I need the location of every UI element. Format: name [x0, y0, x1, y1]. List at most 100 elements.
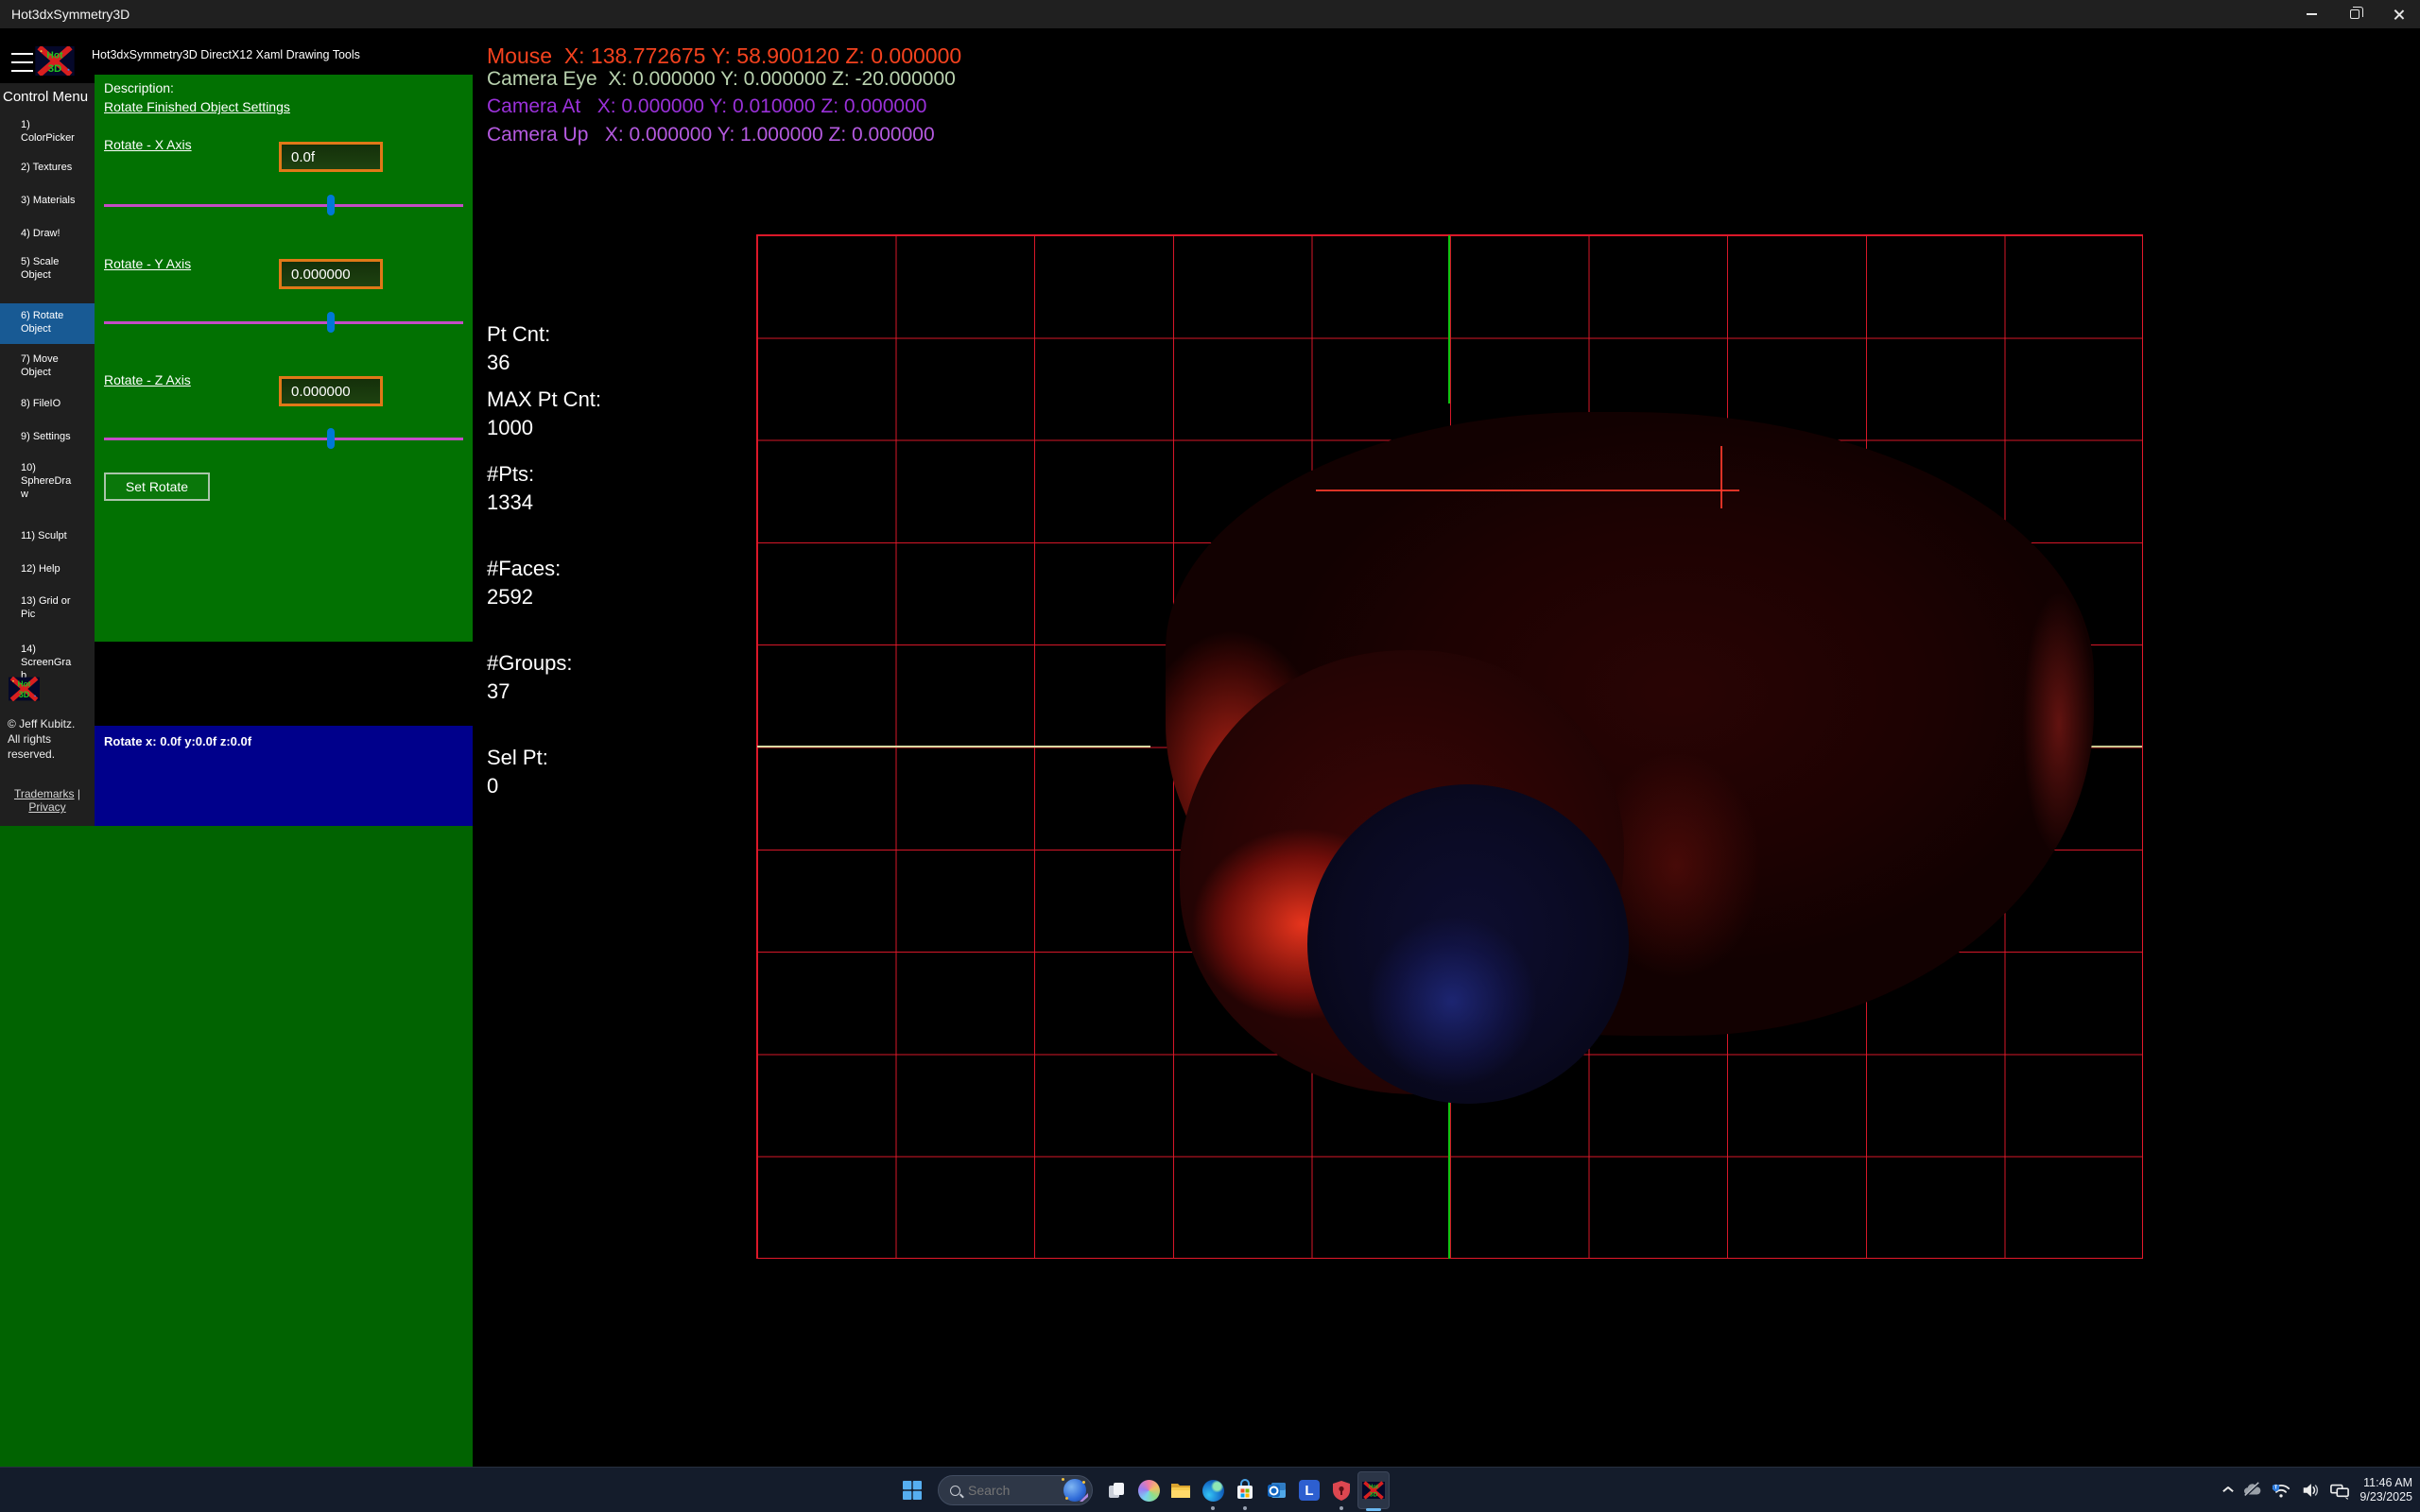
copilot-button[interactable]	[1132, 1468, 1165, 1512]
windows-start-icon	[903, 1481, 922, 1500]
svg-text:3D: 3D	[1370, 1492, 1378, 1499]
sidebar-item-help[interactable]: 12) Help	[0, 562, 95, 576]
horizontal-axis-line-right	[2089, 746, 2142, 747]
sidebar-item-textures[interactable]: 2) Textures	[0, 161, 95, 174]
pts-label: #Pts:	[487, 462, 535, 486]
system-tray: T 11:46 AM 9/23/2025	[2222, 1468, 2412, 1512]
sidebar-item-spheredraw[interactable]: 10) SphereDraw	[0, 461, 95, 501]
sidebar-item-rotate-object[interactable]: 6) Rotate Object	[0, 303, 95, 344]
copyright-text: © Jeff Kubitz. All rights reserved.	[8, 717, 76, 761]
rotate-z-slider-thumb[interactable]	[327, 428, 335, 449]
sidebar-item-scale-object[interactable]: 5) Scale Object	[0, 255, 95, 282]
close-button[interactable]	[2377, 0, 2420, 28]
taskbar: L Hot 3D	[0, 1467, 2420, 1512]
minimize-button[interactable]	[2290, 0, 2333, 28]
hot3dx-taskbar-button[interactable]: Hot 3D	[1357, 1471, 1390, 1511]
sidebar-item-settings[interactable]: 9) Settings	[0, 430, 95, 443]
rotate-y-input[interactable]	[279, 259, 383, 289]
onedrive-tray-button[interactable]	[2242, 1481, 2261, 1500]
sidebar-item-move-object[interactable]: 7) Move Object	[0, 352, 95, 379]
edge-button[interactable]	[1197, 1468, 1229, 1512]
bottom-green-panel	[0, 826, 473, 1467]
l-app-button[interactable]: L	[1293, 1468, 1325, 1512]
pts-value: 1334	[487, 490, 533, 514]
network-tray-button[interactable]: T	[2272, 1481, 2290, 1500]
taskbar-search[interactable]	[938, 1475, 1093, 1505]
volume-tray-button[interactable]	[2301, 1481, 2320, 1500]
edge-icon	[1201, 1479, 1224, 1502]
task-view-icon	[1109, 1483, 1124, 1498]
cast-tray-button[interactable]	[2330, 1481, 2350, 1500]
pt-cnt-label: Pt Cnt:	[487, 322, 551, 346]
svg-text:Hot: Hot	[46, 50, 63, 60]
app-root: Hot3dxSymmetry3D Hot 3D Hot3dxSymmetry3D…	[0, 0, 2420, 1512]
rotate-settings-panel: Description: Rotate Finished Object Sett…	[95, 75, 473, 642]
legal-separator: |	[77, 787, 81, 800]
hot3dx-logo: Hot 3D	[35, 46, 75, 76]
sel-pt-label: Sel Pt:	[487, 746, 548, 769]
privacy-link[interactable]: Privacy	[28, 800, 65, 814]
rotate-z-input[interactable]	[279, 376, 383, 406]
sidebar-item-colorpicker[interactable]: 1) ColorPicker	[0, 118, 95, 145]
rotate-z-label: Rotate - Z Axis	[104, 372, 191, 387]
hot3dx-taskbar-icon: Hot 3D	[1362, 1481, 1385, 1500]
maximize-icon	[2350, 7, 2363, 19]
rotate-x-slider-track[interactable]	[104, 204, 463, 207]
window-title: Hot3dxSymmetry3D	[11, 7, 130, 22]
menu-toggle-button[interactable]	[11, 53, 33, 72]
camera-at-readout: Camera At X: 0.000000 Y: 0.010000 Z: 0.0…	[487, 95, 927, 117]
sidebar-item-draw[interactable]: 4) Draw!	[0, 227, 95, 240]
set-rotate-button[interactable]: Set Rotate	[104, 472, 210, 501]
window-titlebar: Hot3dxSymmetry3D	[0, 0, 2420, 28]
search-icon	[950, 1485, 960, 1496]
trademarks-link[interactable]: Trademarks	[14, 787, 75, 800]
vertical-axis-line-bottom	[1448, 1080, 1450, 1259]
vertical-axis-line-top	[1448, 235, 1450, 404]
tray-chevron-button[interactable]	[2222, 1486, 2232, 1495]
rotate-x-input[interactable]	[279, 142, 383, 172]
rotate-y-slider-track[interactable]	[104, 321, 463, 324]
maximize-button[interactable]	[2333, 0, 2377, 28]
rotate-z-slider-track[interactable]	[104, 438, 463, 440]
sidebar-item-materials[interactable]: 3) Materials	[0, 194, 95, 207]
rotate-y-slider-thumb[interactable]	[327, 312, 335, 333]
close-icon	[2393, 9, 2405, 21]
3d-object	[1166, 404, 2094, 1106]
svg-text:Hot: Hot	[18, 680, 31, 689]
object-edge-highlight-h	[1316, 490, 1739, 491]
svg-text:3D: 3D	[19, 690, 30, 699]
search-input[interactable]	[968, 1483, 1063, 1498]
minimize-icon	[2306, 13, 2317, 15]
camera-up-readout: Camera Up X: 0.000000 Y: 1.000000 Z: 0.0…	[487, 124, 935, 146]
rotate-status-text: Rotate x: 0.0f y:0.0f z:0.0f	[104, 734, 252, 748]
description-label: Description:	[104, 80, 174, 95]
outlook-button[interactable]	[1261, 1468, 1293, 1512]
start-button[interactable]	[894, 1468, 930, 1512]
copilot-icon	[1137, 1479, 1160, 1502]
security-shield-button[interactable]	[1325, 1468, 1357, 1512]
wifi-secure-icon: T	[2273, 1484, 2290, 1498]
control-menu-header: Control Menu	[3, 89, 89, 105]
sidebar-item-grid-or-pic[interactable]: 13) Grid or Pic	[0, 594, 95, 621]
svg-text:3D: 3D	[48, 63, 62, 75]
sel-pt-value: 0	[487, 774, 499, 798]
rotate-y-label: Rotate - Y Axis	[104, 256, 192, 271]
clock-time: 11:46 AM	[2363, 1476, 2412, 1489]
store-button[interactable]	[1229, 1468, 1261, 1512]
file-explorer-icon	[1171, 1484, 1190, 1498]
max-pt-cnt-label: MAX Pt Cnt:	[487, 387, 602, 411]
object-edge-highlight-v	[1720, 446, 1722, 508]
l-app-icon: L	[1299, 1480, 1320, 1501]
svg-text:Hot: Hot	[1369, 1485, 1378, 1490]
store-icon	[1237, 1479, 1253, 1499]
sidebar-item-sculpt[interactable]: 11) Sculpt	[0, 529, 95, 542]
groups-value: 37	[487, 679, 510, 703]
task-view-button[interactable]	[1100, 1468, 1132, 1512]
sidebar-item-fileio[interactable]: 8) FileIO	[0, 397, 95, 410]
mouse-coords-readout: Mouse X: 138.772675 Y: 58.900120 Z: 0.00…	[487, 43, 962, 68]
taskbar-clock[interactable]: 11:46 AM 9/23/2025	[2360, 1476, 2412, 1504]
legal-links: Trademarks | Privacy	[5, 787, 90, 814]
rotate-x-slider-thumb[interactable]	[327, 195, 335, 215]
app-title: Hot3dxSymmetry3D DirectX12 Xaml Drawing …	[92, 48, 360, 61]
file-explorer-button[interactable]	[1165, 1468, 1197, 1512]
